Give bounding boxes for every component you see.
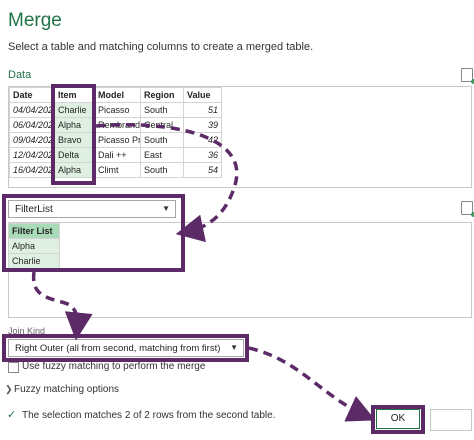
arrow-joinkind-to-ok [248,346,376,422]
arrow-filter-to-joinkind [31,271,93,341]
annotation-arrows [31,123,376,422]
arrow-item-to-filter [95,123,239,243]
